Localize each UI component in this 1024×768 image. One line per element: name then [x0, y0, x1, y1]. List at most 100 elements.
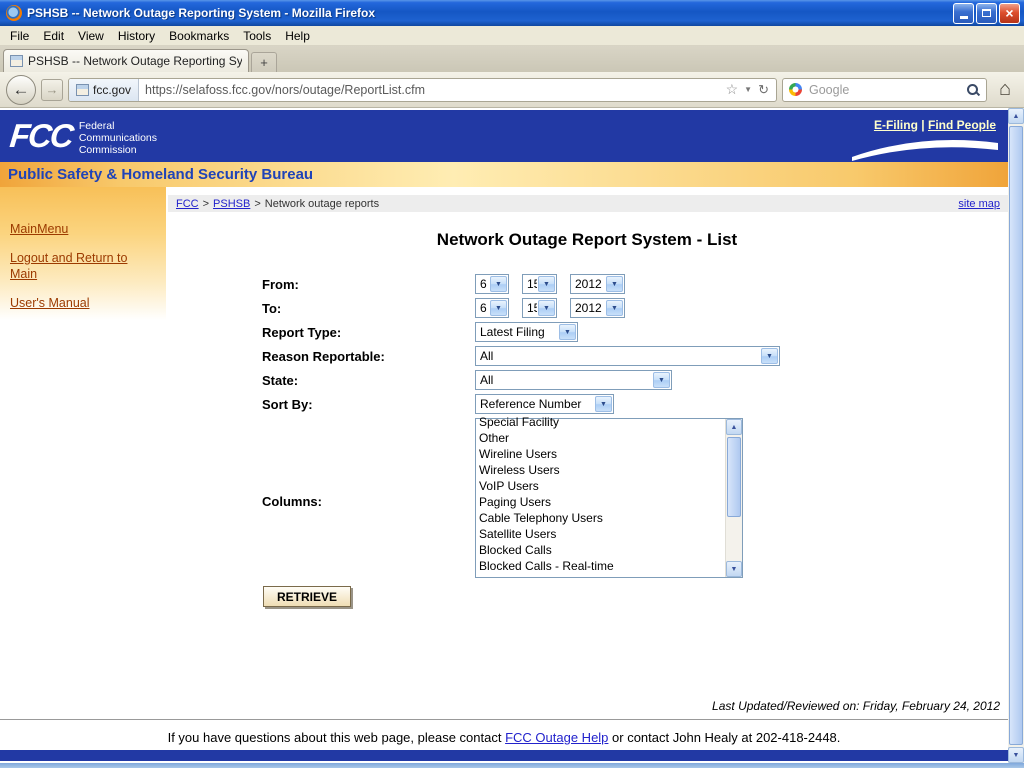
chevron-down-icon[interactable]: ▼ — [490, 276, 507, 292]
menu-help[interactable]: Help — [278, 27, 317, 45]
fcc-outage-help-link[interactable]: FCC Outage Help — [505, 730, 608, 745]
search-box[interactable] — [782, 78, 987, 102]
listbox-option[interactable]: Paging Users — [479, 494, 725, 510]
listbox-option[interactable]: Special Facility — [479, 414, 725, 430]
sidebar-item-users-manual[interactable]: User's Manual — [10, 295, 152, 311]
menu-bookmarks[interactable]: Bookmarks — [162, 27, 236, 45]
footer-divider — [0, 719, 1008, 720]
listbox-option[interactable]: Blocked Calls - Historic — [479, 574, 725, 577]
retrieve-button[interactable]: RETRIEVE — [263, 586, 351, 607]
chevron-down-icon[interactable]: ▼ — [606, 300, 623, 316]
reload-icon[interactable]: ↻ — [758, 82, 769, 98]
sidebar-item-logout[interactable]: Logout and Return to Main — [10, 250, 152, 282]
page-scroll-up-button[interactable]: ▲ — [1008, 108, 1024, 124]
chevron-down-icon[interactable]: ▼ — [490, 300, 507, 316]
swoosh-graphic — [850, 137, 1000, 161]
chevron-down-icon[interactable]: ▼ — [761, 348, 778, 364]
listbox-option[interactable]: Wireline Users — [479, 446, 725, 462]
menu-history[interactable]: History — [111, 27, 162, 45]
scroll-down-button[interactable]: ▼ — [726, 561, 742, 577]
bookmark-star-icon[interactable]: ☆ — [726, 81, 739, 98]
navigation-toolbar: ← → fcc.gov https://selafoss.fcc.gov/nor… — [0, 72, 1024, 108]
minimize-button[interactable] — [953, 3, 974, 24]
listbox-option[interactable]: VoIP Users — [479, 478, 725, 494]
scroll-up-button[interactable]: ▲ — [726, 419, 742, 435]
menu-tools[interactable]: Tools — [236, 27, 278, 45]
maximize-button[interactable] — [976, 3, 997, 24]
report-type-label: Report Type: — [262, 325, 341, 340]
menu-edit[interactable]: Edit — [36, 27, 71, 45]
minimize-icon — [960, 16, 968, 19]
menu-view[interactable]: View — [71, 27, 111, 45]
to-month-value: 6 — [476, 299, 489, 317]
breadcrumb-link-fcc[interactable]: FCC — [176, 198, 199, 210]
listbox-option[interactable]: Blocked Calls - Real-time — [479, 558, 725, 574]
forward-arrow-icon: → — [46, 82, 59, 97]
chevron-down-icon[interactable]: ▼ — [606, 276, 623, 292]
listbox-option[interactable]: Wireless Users — [479, 462, 725, 478]
efiling-link[interactable]: E-Filing — [874, 118, 918, 132]
maximize-icon — [982, 9, 991, 17]
site-map-link[interactable]: site map — [958, 198, 1000, 210]
from-month-select[interactable]: 6 ▼ — [475, 274, 509, 294]
search-icon[interactable] — [966, 83, 980, 97]
listbox-option[interactable]: Satellite Users — [479, 526, 725, 542]
home-button[interactable]: ⌂ — [992, 77, 1018, 103]
listbox-scrollbar-track[interactable] — [726, 519, 742, 561]
columns-options: Special Facility Other Wireline Users Wi… — [476, 414, 725, 577]
page-favicon-icon — [10, 55, 23, 67]
listbox-option[interactable]: Other — [479, 430, 725, 446]
last-updated-text: Last Updated/Reviewed on: Friday, Februa… — [712, 699, 1000, 713]
from-day-select[interactable]: 15 ▼ — [522, 274, 557, 294]
from-year-select[interactable]: 2012 ▼ — [570, 274, 625, 294]
chevron-down-icon[interactable]: ▼ — [538, 300, 555, 316]
scroll-up-icon: ▲ — [1013, 113, 1020, 120]
new-tab-button[interactable]: + — [251, 52, 277, 72]
chevron-down-icon[interactable]: ▼ — [653, 372, 670, 388]
footer-text: If you have questions about this web pag… — [0, 730, 1008, 745]
tab-label: PSHSB -- Network Outage Reporting System — [28, 54, 242, 68]
url-text[interactable]: https://selafoss.fcc.gov/nors/outage/Rep… — [139, 83, 719, 97]
from-month-value: 6 — [476, 275, 489, 293]
to-year-value: 2012 — [571, 299, 605, 317]
columns-listbox[interactable]: Special Facility Other Wireline Users Wi… — [475, 418, 743, 578]
to-year-select[interactable]: 2012 ▼ — [570, 298, 625, 318]
report-type-select[interactable]: Latest Filing ▼ — [475, 322, 578, 342]
chevron-down-icon[interactable]: ▼ — [559, 324, 576, 340]
page-scroll-down-button[interactable]: ▼ — [1008, 747, 1024, 763]
page-scrollbar-thumb[interactable] — [1009, 126, 1023, 745]
history-dropdown-icon[interactable]: ▼ — [744, 85, 752, 94]
menu-file[interactable]: File — [3, 27, 36, 45]
url-bar[interactable]: fcc.gov https://selafoss.fcc.gov/nors/ou… — [68, 78, 777, 102]
org-line-2: Communications — [79, 132, 157, 144]
listbox-scrollbar-thumb[interactable] — [727, 437, 741, 517]
site-chip-label: fcc.gov — [93, 83, 131, 97]
breadcrumb-link-pshsb[interactable]: PSHSB — [213, 198, 250, 210]
to-day-select[interactable]: 15 ▼ — [522, 298, 557, 318]
sidebar-item-mainmenu[interactable]: MainMenu — [10, 221, 152, 237]
back-button[interactable]: ← — [6, 75, 36, 105]
window-title: PSHSB -- Network Outage Reporting System… — [27, 6, 951, 20]
search-input[interactable] — [807, 82, 961, 98]
listbox-option[interactable]: Cable Telephony Users — [479, 510, 725, 526]
sort-by-select[interactable]: Reference Number ▼ — [475, 394, 614, 414]
window-bottom-border — [0, 763, 1024, 768]
listbox-option[interactable]: Blocked Calls — [479, 542, 725, 558]
site-identity-chip[interactable]: fcc.gov — [69, 79, 139, 101]
reason-reportable-select[interactable]: All ▼ — [475, 346, 780, 366]
page-scrollbar[interactable]: ▲ ▼ — [1008, 108, 1024, 763]
to-month-select[interactable]: 6 ▼ — [475, 298, 509, 318]
forward-button[interactable]: → — [41, 79, 63, 101]
find-people-link[interactable]: Find People — [928, 118, 996, 132]
reason-reportable-label: Reason Reportable: — [262, 349, 385, 364]
firefox-icon — [6, 5, 22, 21]
state-select[interactable]: All ▼ — [475, 370, 672, 390]
close-button[interactable]: × — [999, 3, 1020, 24]
fcc-logo: FCC Federal Communications Commission — [10, 114, 157, 158]
header-link-separator: | — [921, 118, 924, 132]
chevron-down-icon[interactable]: ▼ — [538, 276, 555, 292]
bureau-banner: Public Safety & Homeland Security Bureau — [0, 162, 1008, 187]
listbox-scrollbar[interactable]: ▲ ▼ — [725, 419, 742, 577]
tab-active[interactable]: PSHSB -- Network Outage Reporting System — [3, 49, 249, 72]
chevron-down-icon[interactable]: ▼ — [595, 396, 612, 412]
